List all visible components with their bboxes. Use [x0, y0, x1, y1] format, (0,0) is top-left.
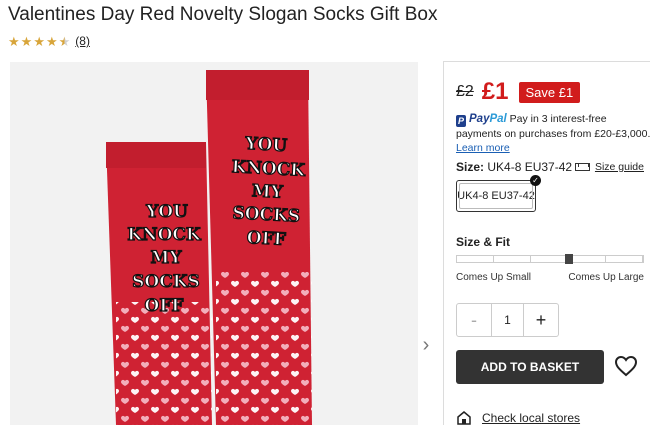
check-icon: ✓	[530, 175, 541, 186]
paypal-info: P PayPal Pay in 3 interest-free payments …	[456, 112, 650, 155]
star-half-icon: ★	[58, 33, 71, 49]
increment-button[interactable]: +	[524, 304, 558, 336]
store-icon	[457, 411, 471, 425]
ruler-icon	[574, 163, 590, 171]
svg-text:KNOCK: KNOCK	[127, 225, 202, 245]
product-title: Valentines Day Red Novelty Slogan Socks …	[8, 4, 438, 25]
svg-text:YOU: YOU	[145, 202, 188, 222]
svg-text:OFF: OFF	[246, 228, 286, 250]
size-row: Size: UK4-8 EU37-42 Size guide	[456, 160, 644, 174]
fit-left-label: Comes Up Small	[456, 272, 532, 283]
star-icon: ★	[8, 33, 20, 49]
rating: ★ ★ ★ ★ ★ (8)	[8, 34, 90, 48]
fit-title: Size & Fit	[456, 235, 511, 249]
svg-text:YOU: YOU	[244, 134, 288, 156]
price-row: £2 £1 Save £1	[456, 78, 581, 106]
paypal-icon: P	[456, 115, 466, 127]
check-local-stores[interactable]: Check local stores	[456, 410, 580, 425]
save-badge: Save £1	[518, 81, 581, 103]
chevron-right-icon[interactable]: ›	[418, 332, 434, 358]
add-to-basket-button[interactable]: ADD TO BASKET	[456, 350, 604, 384]
star-icon: ★	[33, 33, 45, 49]
size-option[interactable]: UK4-8 EU37-42 ✓	[456, 175, 541, 212]
heart-icon[interactable]	[614, 354, 638, 378]
svg-text:KNOCK: KNOCK	[231, 157, 307, 181]
svg-text:SOCKS: SOCKS	[232, 203, 301, 227]
quantity-stepper: - 1 +	[456, 303, 559, 337]
check-local-stores-link[interactable]: Check local stores	[482, 411, 580, 425]
star-icon: ★	[20, 33, 33, 49]
decrement-button[interactable]: -	[457, 304, 491, 336]
star-icon: ★	[45, 33, 58, 49]
new-price: £1	[481, 78, 509, 105]
star-rating: ★ ★ ★ ★ ★	[8, 35, 70, 48]
paypal-logo: PayPal	[469, 113, 507, 125]
learn-more-link[interactable]: Learn more	[456, 142, 510, 154]
svg-text:MY: MY	[151, 248, 183, 268]
fit-labels: Comes Up Small Comes Up Large	[456, 272, 644, 283]
svg-text:MY: MY	[251, 181, 284, 203]
purchase-panel: £2 £1 Save £1 P PayPal Pay in 3 interest-…	[443, 61, 650, 425]
svg-text:SOCKS: SOCKS	[132, 272, 200, 292]
old-price: £2	[456, 83, 474, 100]
fit-right-label: Comes Up Large	[568, 272, 644, 283]
svg-text:OFF: OFF	[145, 296, 184, 316]
product-image[interactable]: YOU KNOCK MY SOCKS OFF YOU KNOCK MY SOCK…	[10, 62, 418, 425]
size-guide-link[interactable]: Size guide	[574, 161, 644, 173]
review-count-link[interactable]: (8)	[75, 34, 90, 48]
fit-marker	[565, 254, 573, 264]
size-label: Size: UK4-8 EU37-42	[456, 160, 573, 174]
fit-scale	[456, 254, 644, 264]
quantity-value[interactable]: 1	[491, 304, 524, 336]
